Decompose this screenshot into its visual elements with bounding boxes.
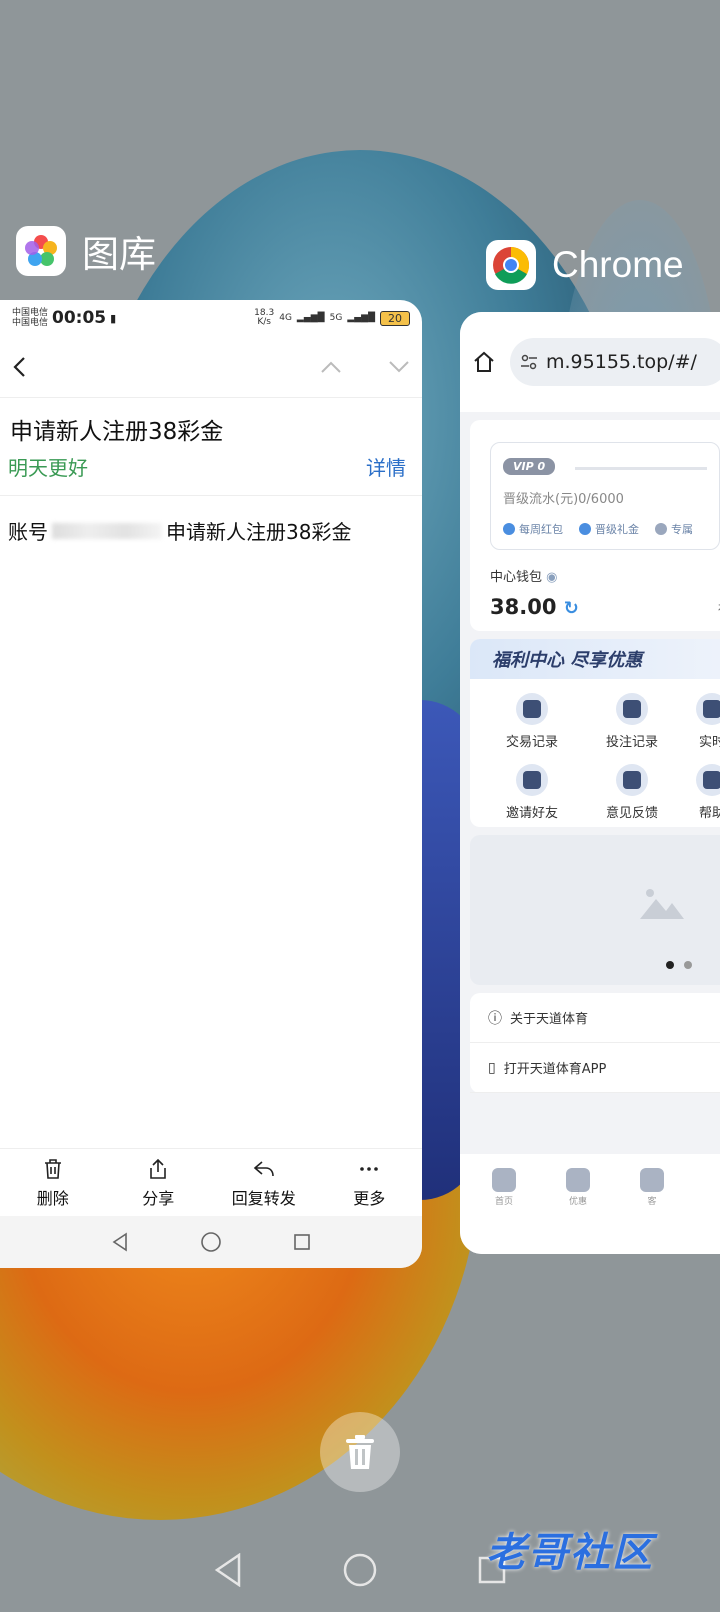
tab-service[interactable]: 客 [640,1168,664,1254]
message-nav [0,336,422,398]
chrome-url-bar: m.95155.top/#/ [460,312,720,412]
message-body: 账号 申请新人注册38彩金 [8,520,352,544]
tab-home[interactable]: 首页 [492,1168,516,1254]
welfare-title: 福利中心 尽享优惠 [470,639,720,679]
realtime-icon [696,693,720,725]
reply-forward-button[interactable]: 回复转发 [214,1149,314,1216]
help-icon [696,764,720,796]
vip-box: VIP 0 晋级流水(元)0/6000 每周红包 晋级礼金 专属 [490,442,720,550]
back-icon[interactable] [12,355,28,379]
info-icon: ⓘ [488,1010,502,1027]
more-button[interactable]: 更多 [319,1149,419,1216]
tab-promo[interactable]: 优惠 [566,1168,590,1254]
watermark-logo: 老哥社区 [486,1530,654,1576]
carousel-dots [666,961,692,969]
gallery-app-icon [16,226,66,276]
nav-back-icon [112,1232,127,1252]
nav-home-icon [201,1232,221,1252]
net-5g: 5G [329,313,343,323]
transactions-icon [516,693,548,725]
battery-icon: 20 [380,310,410,326]
vip-progress [575,467,707,470]
sender-name: 明天更好 [8,456,88,480]
clear-all-button[interactable] [320,1412,400,1492]
about-link[interactable]: ⓘ 关于天道体育 [470,993,720,1043]
vip-flow: 晋级流水(元)0/6000 [503,492,624,507]
grid-help[interactable]: 帮助 [682,764,720,821]
message-title: 申请新人注册38彩金 [10,419,224,445]
phone-icon: ▯ [488,1059,496,1076]
invite-icon [516,764,548,796]
battery-saver-icon: ▮ [110,311,117,325]
refresh-icon: ↻ [563,598,579,619]
eye-icon: ◉ [546,570,558,585]
trash-icon [44,1158,61,1179]
nav-back-icon[interactable] [213,1553,243,1587]
status-time: 00:05 [52,308,107,328]
reply-icon [253,1160,274,1176]
vip-tags: 每周红包 晋级礼金 专属 [503,521,707,537]
tag-upgrade[interactable]: 晋级礼金 [579,521,639,537]
grid-invite[interactable]: 邀请好友 [482,764,582,821]
grid-realtime[interactable]: 实时 [682,693,720,750]
message-meta: 明天更好 详情 [0,452,422,496]
welfare-center: 福利中心 尽享优惠 交易记录 投注记录 实时 邀请好友 意见反馈 帮助 [470,639,720,827]
net-4g: 4G [279,313,292,323]
signal-icon-2: ▂▄▆█ [347,313,375,323]
grid-transactions[interactable]: 交易记录 [482,693,582,750]
chrome-app-name: Chrome [552,244,684,285]
tag-exclusive[interactable]: 专属 [655,521,693,537]
share-icon [150,1158,167,1179]
signal-icon: ▂▄▆█ [296,313,325,323]
net-speed: 18.3 K/s [254,308,275,327]
vip-badge: VIP 0 [503,458,556,475]
gallery-app-name: 图库 [82,234,156,275]
gallery-recent-card[interactable]: 中国电信 中国电信 00:05 ▮ 18.3 K/s 4G ▂▄▆█ 5G ▂▄… [0,300,422,1268]
share-button[interactable]: 分享 [108,1149,208,1216]
info-links: ⓘ 关于天道体育 ▯ 打开天道体育APP [470,993,720,1093]
chevron-up-icon[interactable] [320,360,342,374]
gallery-app-label[interactable]: 图库 [16,224,156,278]
wallet-value: 38.00 ↻ [490,595,579,619]
detail-link[interactable]: 详情 [366,452,406,481]
site-settings-icon [521,354,537,370]
home-icon[interactable] [472,350,496,374]
site-tab-bar: 首页 优惠 客 [460,1154,720,1254]
tag-weekly[interactable]: 每周红包 [503,521,563,537]
tab-home-icon [492,1168,516,1192]
open-app-link[interactable]: ▯ 打开天道体育APP [470,1043,720,1093]
message-toolbar: 删除 分享 回复转发 更多 [0,1148,422,1216]
tab-service-icon [640,1168,664,1192]
tab-promo-icon [566,1168,590,1192]
chrome-app-label[interactable]: Chrome [486,240,684,290]
more-icon [360,1166,379,1171]
grid-feedback[interactable]: 意见反馈 [582,764,682,821]
chrome-app-icon [486,240,536,290]
wallet-label: 中心钱包 ◉ [490,570,558,585]
welfare-grid: 交易记录 投注记录 实时 邀请好友 意见反馈 帮助 [470,679,720,827]
vip-panel: VIP 0 晋级流水(元)0/6000 每周红包 晋级礼金 专属 中心钱包 ◉ … [470,420,720,631]
trash-icon [346,1435,374,1469]
card-system-nav [0,1216,422,1268]
url-text: m.95155.top/#/ [546,351,697,373]
delete-button[interactable]: 删除 [3,1149,103,1216]
carrier-labels: 中国电信 中国电信 [12,308,49,328]
redacted-account [52,522,162,539]
nav-recents-icon [294,1234,310,1250]
grid-bets[interactable]: 投注记录 [582,693,682,750]
status-bar: 中国电信 中国电信 00:05 ▮ 18.3 K/s 4G ▂▄▆█ 5G ▂▄… [0,300,422,336]
chrome-recent-card[interactable]: m.95155.top/#/ VIP 0 晋级流水(元)0/6000 每周红包 … [460,312,720,1254]
nav-home-icon[interactable] [343,1553,377,1587]
chevron-down-icon[interactable] [388,360,410,374]
feedback-icon [616,764,648,796]
url-field[interactable]: m.95155.top/#/ [510,338,720,386]
image-placeholder-icon [640,889,684,919]
bets-icon [616,693,648,725]
banner-placeholder[interactable] [470,835,720,985]
